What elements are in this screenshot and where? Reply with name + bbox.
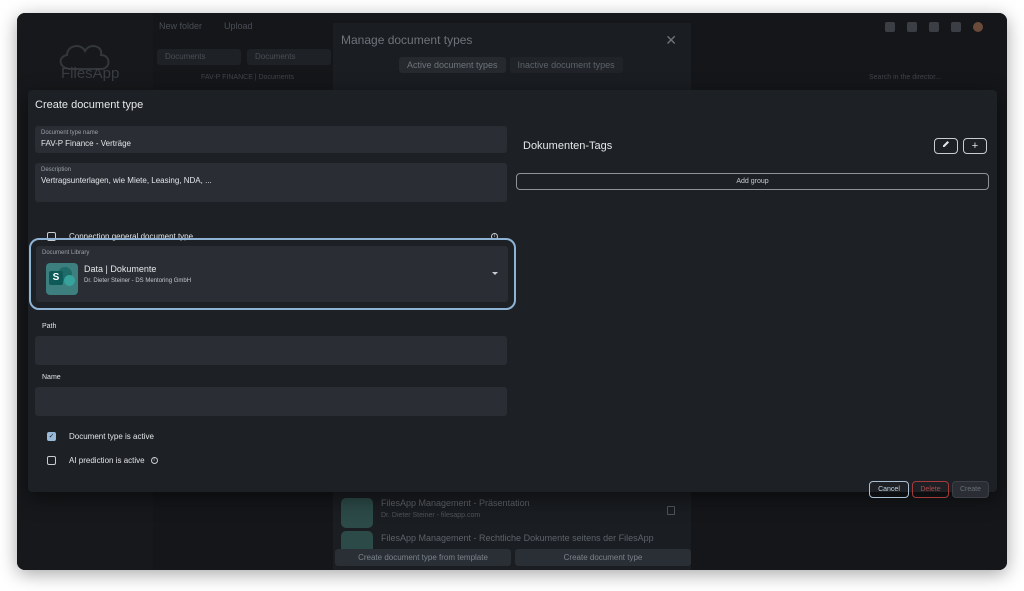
create-document-type-button[interactable]: Create document type: [515, 549, 691, 566]
field-label: Document type name: [41, 130, 99, 136]
name-label: Name: [42, 374, 61, 381]
manage-dialog-tabs: Active document types Inactive document …: [399, 57, 623, 73]
breadcrumb: FAV-P FINANCE | Documents: [201, 74, 294, 81]
field-value: Vertragsunterlagen, wie Miete, Leasing, …: [41, 176, 212, 185]
cancel-button[interactable]: Cancel: [869, 481, 909, 498]
refresh-icon[interactable]: [951, 22, 961, 32]
document-tabs: Documents Documents: [157, 49, 331, 65]
path-field[interactable]: [35, 336, 507, 365]
info-icon[interactable]: i: [150, 457, 158, 464]
document-type-active-checkbox[interactable]: ✓: [47, 432, 56, 441]
create-from-template-button[interactable]: Create document type from template: [335, 549, 511, 566]
field-label: Document Library: [42, 250, 90, 256]
list-item-subtitle: Dr. Dieter Steiner - filesapp.com: [381, 512, 481, 519]
sharepoint-letter: S: [49, 271, 63, 285]
app-window: FilesApp New folder Upload Documents Doc…: [17, 13, 1007, 570]
chevron-down-icon[interactable]: [492, 272, 498, 275]
manage-dialog-title: Manage document types: [341, 33, 473, 47]
sharepoint-icon: S: [46, 263, 78, 295]
create-button[interactable]: Create: [952, 481, 989, 498]
top-right-icons: [885, 22, 983, 32]
delete-button[interactable]: Delete: [912, 481, 949, 498]
document-library-select[interactable]: Document Library S Data | Dokumente Dr. …: [36, 246, 508, 302]
document-type-name-field[interactable]: Document type name FAV-P Finance - Vertr…: [35, 126, 507, 153]
list-item-title: FilesApp Management - Rechtliche Dokumen…: [381, 533, 654, 543]
bell-icon[interactable]: [885, 22, 895, 32]
cloud-icon[interactable]: [929, 22, 939, 32]
create-document-type-dialog: Create document type Document type name …: [28, 90, 997, 498]
active-checkbox-row[interactable]: ✓ Document type is active: [47, 432, 154, 441]
checkbox-label: AI prediction is active: [69, 456, 145, 465]
layout-icon[interactable]: [907, 22, 917, 32]
description-field[interactable]: Description Vertragsunterlagen, wie Miet…: [35, 163, 507, 202]
library-subtitle: Dr. Dieter Steiner - DS Mentoring GmbH: [84, 278, 192, 284]
path-label: Path: [42, 323, 57, 330]
search-input[interactable]: Search in the director...: [869, 71, 989, 85]
library-title: Data | Dokumente: [84, 264, 157, 274]
edit-tags-button[interactable]: [934, 138, 958, 154]
pencil-icon: [943, 141, 949, 147]
name-field[interactable]: [35, 387, 507, 416]
toolbar: New folder Upload: [159, 21, 253, 31]
plus-icon: +: [971, 140, 979, 152]
field-value: FAV-P Finance - Verträge: [41, 139, 131, 148]
ai-prediction-checkbox[interactable]: [47, 456, 56, 465]
list-item[interactable]: FilesApp Management - Präsentation Dr. D…: [341, 496, 681, 530]
field-label: Description: [41, 167, 72, 173]
list-item-title: FilesApp Management - Präsentation: [381, 498, 530, 508]
ai-prediction-checkbox-row[interactable]: AI prediction is active i: [47, 456, 158, 465]
dialog-title: Create document type: [35, 99, 144, 111]
logo-text: FilesApp: [61, 65, 120, 82]
document-library-highlight: Document Library S Data | Dokumente Dr. …: [29, 238, 516, 310]
tags-title: Dokumenten-Tags: [523, 140, 613, 152]
add-tag-button[interactable]: +: [963, 138, 987, 154]
new-folder-button[interactable]: New folder: [159, 21, 202, 31]
close-icon[interactable]: ✕: [665, 32, 677, 49]
tab-active-document-types[interactable]: Active document types: [399, 57, 506, 73]
avatar[interactable]: [973, 22, 983, 32]
tab-documents-2[interactable]: Documents: [247, 49, 331, 65]
checkbox-label: Document type is active: [69, 432, 154, 441]
sharepoint-icon: [341, 498, 373, 528]
add-group-button[interactable]: Add group: [516, 173, 989, 190]
copy-icon[interactable]: [667, 506, 675, 515]
tab-documents-1[interactable]: Documents: [157, 49, 241, 65]
tab-inactive-document-types[interactable]: Inactive document types: [509, 57, 623, 73]
upload-button[interactable]: Upload: [224, 21, 253, 31]
